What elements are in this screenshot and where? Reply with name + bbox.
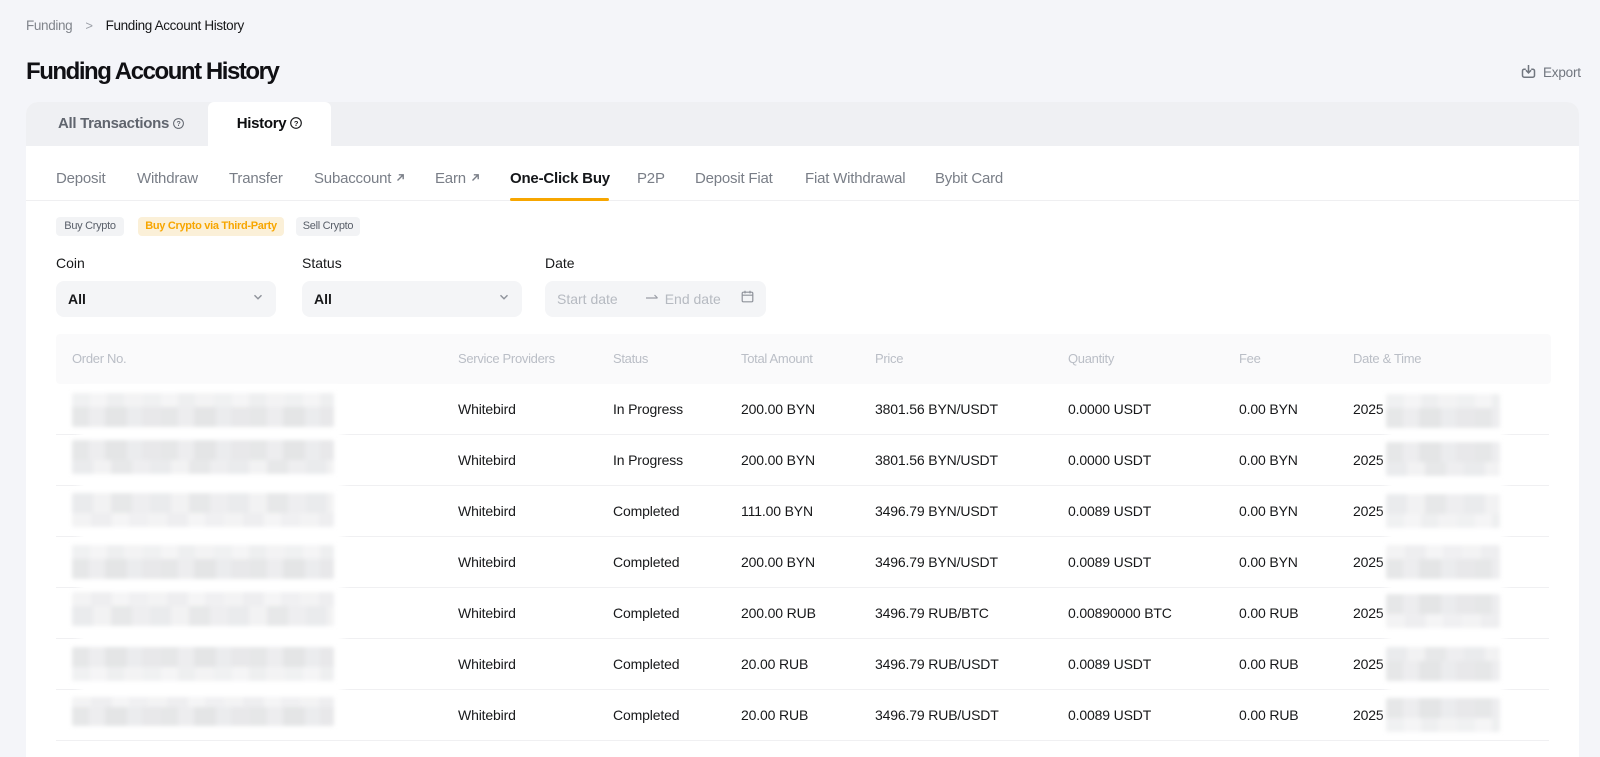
- svg-text:?: ?: [294, 119, 299, 128]
- svg-text:?: ?: [177, 121, 181, 128]
